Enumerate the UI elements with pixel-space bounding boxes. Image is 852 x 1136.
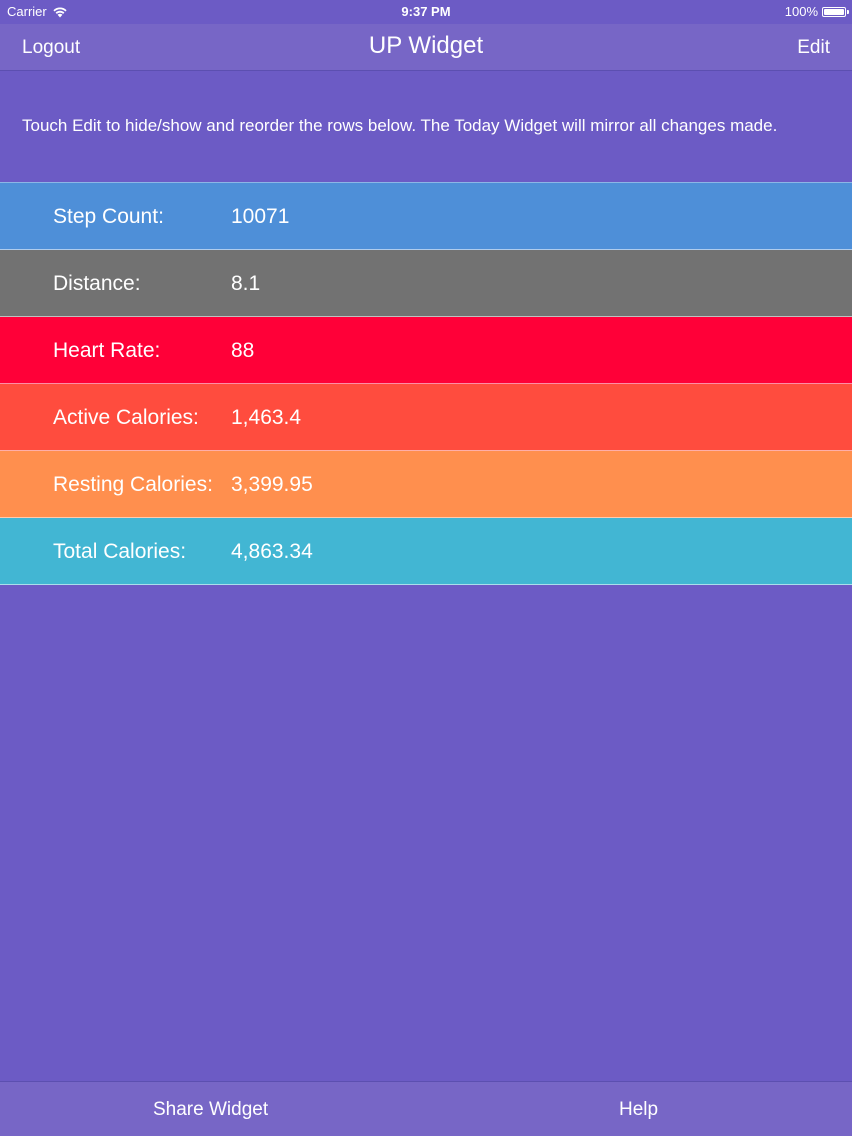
page-title: UP Widget	[368, 32, 484, 59]
metric-label: Resting Calories:	[53, 473, 213, 496]
bottom-toolbar: Share Widget Help	[0, 1081, 852, 1136]
status-time: 9:37 PM	[401, 4, 451, 19]
metric-label: Total Calories:	[53, 540, 187, 563]
metric-value: 3,399.95	[231, 473, 313, 496]
battery-percent: 100%	[784, 4, 818, 19]
metric-row-heart-rate[interactable]: Heart Rate: 88	[0, 317, 852, 384]
instructions-text: Touch Edit to hide/show and reorder the …	[0, 72, 852, 182]
metric-value: 1,463.4	[231, 406, 302, 429]
metric-row-total-calories[interactable]: Total Calories: 4,863.34	[0, 518, 852, 585]
metric-row-distance[interactable]: Distance: 8.1	[0, 250, 852, 317]
share-widget-button[interactable]: Share Widget	[153, 1099, 268, 1121]
metric-value: 4,863.34	[231, 540, 313, 563]
metrics-list: Step Count: 10071 Distance: 8.1 Heart Ra…	[0, 182, 852, 585]
metric-label: Active Calories:	[53, 406, 199, 429]
metric-value: 8.1	[231, 272, 261, 295]
metric-label: Distance:	[53, 272, 141, 295]
metric-row-resting-calories[interactable]: Resting Calories: 3,399.95	[0, 451, 852, 518]
status-bar: Carrier 9:37 PM 100%	[0, 0, 852, 24]
metric-label: Heart Rate:	[53, 339, 161, 362]
metric-row-step-count[interactable]: Step Count: 10071	[0, 182, 852, 250]
navigation-bar: Logout UP Widget Edit	[0, 24, 852, 71]
metric-value: 10071	[231, 205, 290, 228]
battery-icon	[822, 6, 849, 17]
metric-row-active-calories[interactable]: Active Calories: 1,463.4	[0, 384, 852, 451]
help-button[interactable]: Help	[619, 1099, 658, 1121]
edit-button[interactable]: Edit	[797, 37, 830, 59]
metric-label: Step Count:	[53, 205, 164, 228]
metric-value: 88	[231, 339, 255, 362]
battery-status: 100%	[784, 4, 849, 19]
